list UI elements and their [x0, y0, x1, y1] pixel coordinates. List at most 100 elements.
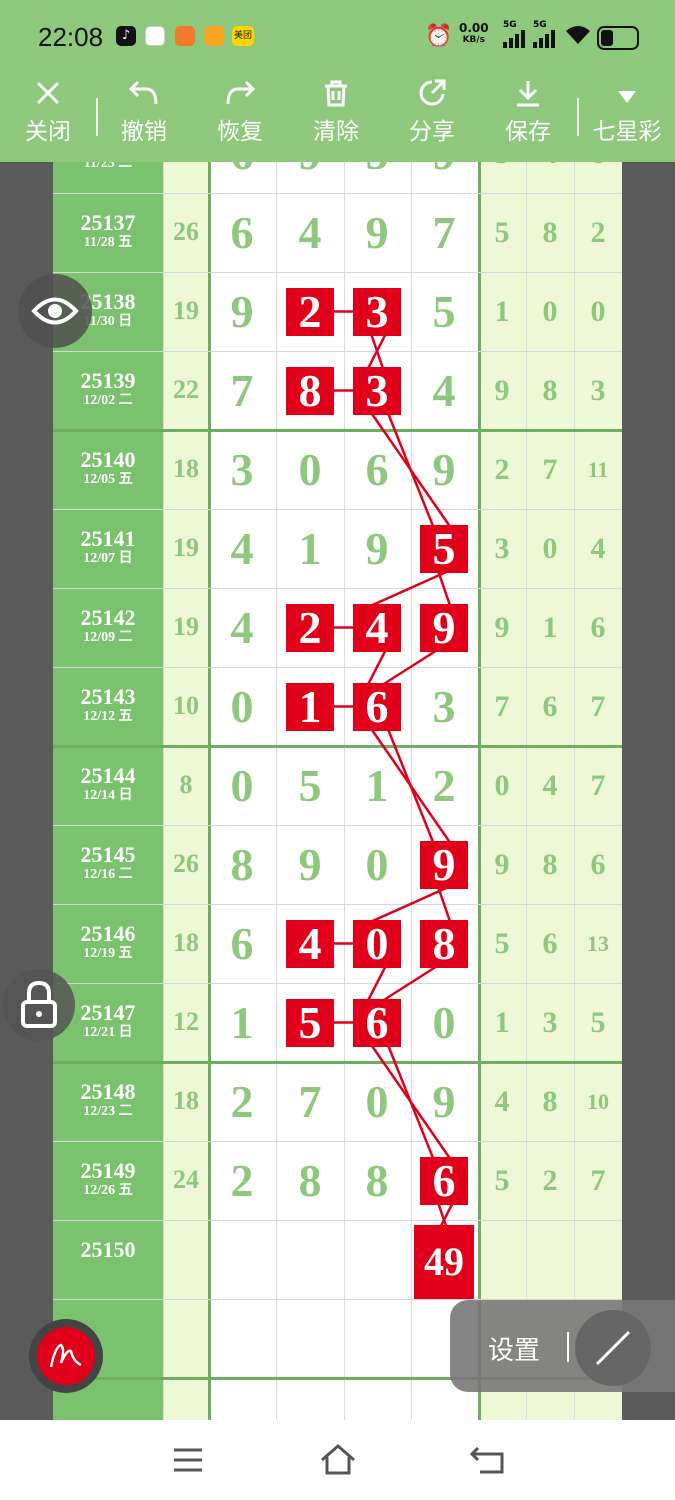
grid-line [53, 1141, 622, 1142]
share-button[interactable]: 分享 [392, 78, 472, 162]
signal-icon: 5G [533, 20, 559, 48]
highlighted-digit: 3 [353, 287, 401, 336]
sum-cell: 19 [173, 296, 199, 325]
redo-button[interactable]: 恢复 [200, 78, 280, 162]
grid-line [53, 193, 622, 194]
digit-cell: 9 [365, 522, 389, 574]
grid-line [53, 429, 622, 432]
extra-digit-cell: 4 [528, 162, 572, 174]
grid-line [53, 588, 622, 589]
sum-cell: 18 [173, 454, 199, 483]
digit-cell: 9 [280, 162, 340, 182]
sum-cell: 24 [173, 1165, 199, 1194]
alarm-icon: ⏰ [425, 24, 453, 49]
highlighted-digit: 6 [353, 998, 401, 1047]
settings-divider [567, 1332, 569, 1362]
extra-digit-cell: 9 [494, 373, 510, 407]
lock-button[interactable] [3, 969, 75, 1041]
digit-cell: 9 [298, 838, 322, 890]
settings-button[interactable]: 设置 [488, 1330, 540, 1367]
grid-line [53, 983, 622, 984]
extra-digit-cell: 9 [494, 610, 510, 644]
highlighted-digit: 1 [286, 682, 334, 731]
menu-icon[interactable] [168, 1440, 208, 1480]
line-tool-icon [595, 1330, 631, 1366]
close-button[interactable]: 关闭 [8, 78, 88, 162]
highlighted-digit: 4 [353, 603, 401, 652]
digit-cell: 7 [230, 364, 254, 416]
undo-button[interactable]: 撤销 [104, 78, 184, 162]
meituan-icon: 美团 [232, 26, 254, 46]
extra-digit-cell: 3 [542, 1005, 558, 1039]
back-icon[interactable] [468, 1440, 508, 1480]
extra-digit-cell: 0 [494, 768, 510, 802]
net-speed: 0.00 KB/s [459, 21, 489, 45]
digit-cell: 4 [230, 522, 254, 574]
line-tool-button[interactable] [575, 1310, 651, 1386]
digit-cell: 0 [230, 680, 254, 732]
sum-cell: 19 [173, 612, 199, 641]
drawing-canvas[interactable]: 2513611/25 二3169595462513711/28 五2664975… [0, 162, 675, 1420]
extra-digit-cell: 2 [494, 452, 510, 486]
highlighted-digit: 6 [420, 1156, 468, 1205]
extra-digit-cell: 4 [542, 768, 558, 802]
lock-icon [21, 980, 57, 1028]
grid-line [53, 1061, 622, 1064]
digit-cell: 5 [432, 285, 456, 337]
save-button[interactable]: 保存 [488, 78, 568, 162]
undo-icon [104, 78, 184, 116]
digit-cell: 4 [230, 601, 254, 653]
extra-digit-cell: 5 [590, 1005, 606, 1039]
pen-button[interactable] [29, 1319, 103, 1393]
chevron-down-icon [585, 78, 669, 116]
extra-digit-cell: 0 [542, 294, 558, 328]
game-selector[interactable]: 七星彩 [585, 78, 669, 162]
settings-panel: 设置 [450, 1300, 675, 1392]
extra-digit-cell: 2 [590, 215, 606, 249]
extra-digit-cell: 3 [494, 531, 510, 565]
sum-cell: 18 [173, 1086, 199, 1115]
digit-cell: 9 [432, 443, 456, 495]
digit-cell: 0 [298, 443, 322, 495]
sum-cell: 8 [179, 770, 193, 799]
digit-cell: 3 [432, 680, 456, 732]
digit-cell: 9 [365, 206, 389, 258]
digit-cell: 6 [230, 206, 254, 258]
extra-digit-cell: 9 [494, 847, 510, 881]
highlighted-digit: 0 [353, 919, 401, 968]
highlighted-digit: 9 [420, 603, 468, 652]
grid-line [53, 351, 622, 352]
digit-cell: 5 [347, 162, 407, 182]
highlighted-digit: 3 [353, 366, 401, 415]
digit-cell: 9 [414, 162, 474, 182]
home-icon[interactable] [318, 1440, 358, 1480]
extra-digit-cell: 1 [494, 294, 510, 328]
digit-cell: 0 [432, 996, 456, 1048]
extra-digit-cell: 2 [542, 1163, 558, 1197]
digit-cell: 9 [432, 1075, 456, 1127]
navigation-bar [0, 1420, 675, 1500]
lottery-trend-table: 2513611/25 二3169595462513711/28 五2664975… [53, 162, 622, 1420]
extra-digit-cell: 5 [494, 926, 510, 960]
issue-label: 25142 12/09 二 [80, 605, 136, 646]
grid-line [53, 667, 622, 668]
extra-digit-cell: 6 [576, 162, 620, 174]
extra-digit-cell: 1 [542, 610, 558, 644]
issue-label: 25143 12/12 五 [80, 684, 136, 725]
digit-cell: 1 [230, 996, 254, 1048]
clear-button[interactable]: 清除 [296, 78, 376, 162]
digit-cell: 7 [298, 1075, 322, 1127]
clock: 22:08 [38, 22, 104, 52]
issue-label: 25137 11/28 五 [80, 210, 136, 251]
eye-toggle-button[interactable] [18, 274, 92, 348]
digit-cell: 2 [230, 1075, 254, 1127]
extra-digit-cell: 7 [590, 1163, 606, 1197]
issue-label: 25140 12/05 五 [80, 447, 136, 488]
eye-icon [31, 297, 79, 325]
extra-digit-cell: 4 [590, 531, 606, 565]
highlighted-digit: 6 [353, 682, 401, 731]
digit-cell: 3 [230, 443, 254, 495]
extra-digit-cell: 11 [587, 456, 609, 482]
highlighted-digit: 2 [286, 603, 334, 652]
extra-digit-cell: 7 [542, 452, 558, 486]
